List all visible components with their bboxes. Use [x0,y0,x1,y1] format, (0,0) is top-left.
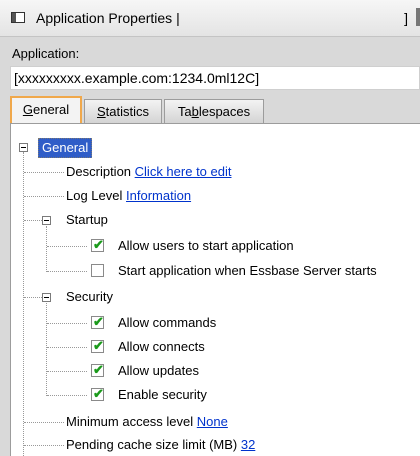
collapse-toggle-icon[interactable] [42,216,51,225]
checkmark-icon: ✔ [93,237,104,252]
title-end-mark: ] [404,10,408,26]
tab-general[interactable]: General [10,96,82,123]
tree-connector [47,323,87,324]
tab-tablespaces-label: Tablespaces [177,104,251,119]
log-level-row: Log Level Information [66,188,191,204]
collapse-toggle-icon[interactable] [19,143,28,152]
tree-connector [24,297,42,298]
description-edit-link[interactable]: Click here to edit [135,164,232,179]
tab-tablespaces[interactable]: Tablespaces [164,99,264,123]
allow-updates-label: Allow updates [118,363,199,378]
tree-connector [24,422,64,423]
title-bar: Application Properties | ] [0,0,420,37]
enable-security-checkbox[interactable]: ✔ [91,386,104,401]
pending-cache-link[interactable]: 32 [241,437,255,452]
allow-commands-label: Allow commands [118,315,217,330]
enable-security-label: Enable security [118,387,207,402]
tree-connector [46,226,47,272]
min-access-link[interactable]: None [197,414,228,429]
property-tree: General Description Click here to edit L… [11,124,420,456]
allow-connects-checkbox[interactable]: ✔ [91,338,104,353]
tree-connector [24,196,64,197]
allow-start-checkbox[interactable]: ✔ [91,237,104,252]
window-edge-handle [416,8,420,26]
pending-cache-row: Pending cache size limit (MB) 32 [66,437,255,453]
min-access-label: Minimum access level [66,414,194,429]
checkmark-icon: ✔ [93,338,104,353]
tree-connector [23,152,24,456]
pending-cache-label: Pending cache size limit (MB) [66,437,238,452]
checkmark-icon: ✔ [93,362,104,377]
description-row: Description Click here to edit [66,164,231,180]
start-with-server-label: Start application when Essbase Server st… [118,263,377,278]
log-level-link[interactable]: Information [126,188,191,203]
allow-updates-checkbox[interactable]: ✔ [91,362,104,377]
window-icon [11,12,25,23]
tree-connector [47,271,87,272]
tree-connector [47,246,87,247]
checkmark-icon: ✔ [93,386,104,401]
tab-statistics-label: Statistics [96,104,149,119]
log-level-label: Log Level [66,188,123,203]
min-access-row: Minimum access level None [66,414,228,430]
application-label: Application: [12,46,80,61]
allow-commands-checkbox[interactable]: ✔ [91,314,104,329]
window-title: Application Properties | [36,10,180,26]
allow-start-label: Allow users to start application [118,238,294,253]
tab-general-label: General [22,102,70,117]
tree-connector [24,172,64,173]
tab-statistics[interactable]: Statistics [84,99,162,123]
start-with-server-checkbox[interactable] [91,264,104,277]
properties-panel: General Description Click here to edit L… [10,123,420,456]
collapse-toggle-icon[interactable] [42,293,51,302]
allow-connects-label: Allow connects [118,339,205,354]
tree-connector [47,395,87,396]
tree-root-general[interactable]: General [38,138,93,158]
tree-connector [24,220,42,221]
tree-connector [24,445,64,446]
tree-connector [47,371,87,372]
security-group-label[interactable]: Security [66,289,113,305]
application-field: [xxxxxxxxx.example.com:1234.0ml12C] [10,66,420,90]
startup-group-label[interactable]: Startup [66,212,108,228]
tab-bar: General Statistics Tablespaces [0,96,420,123]
checkmark-icon: ✔ [93,314,104,329]
description-label: Description [66,164,132,179]
tree-connector [46,303,47,396]
tree-connector [47,347,87,348]
